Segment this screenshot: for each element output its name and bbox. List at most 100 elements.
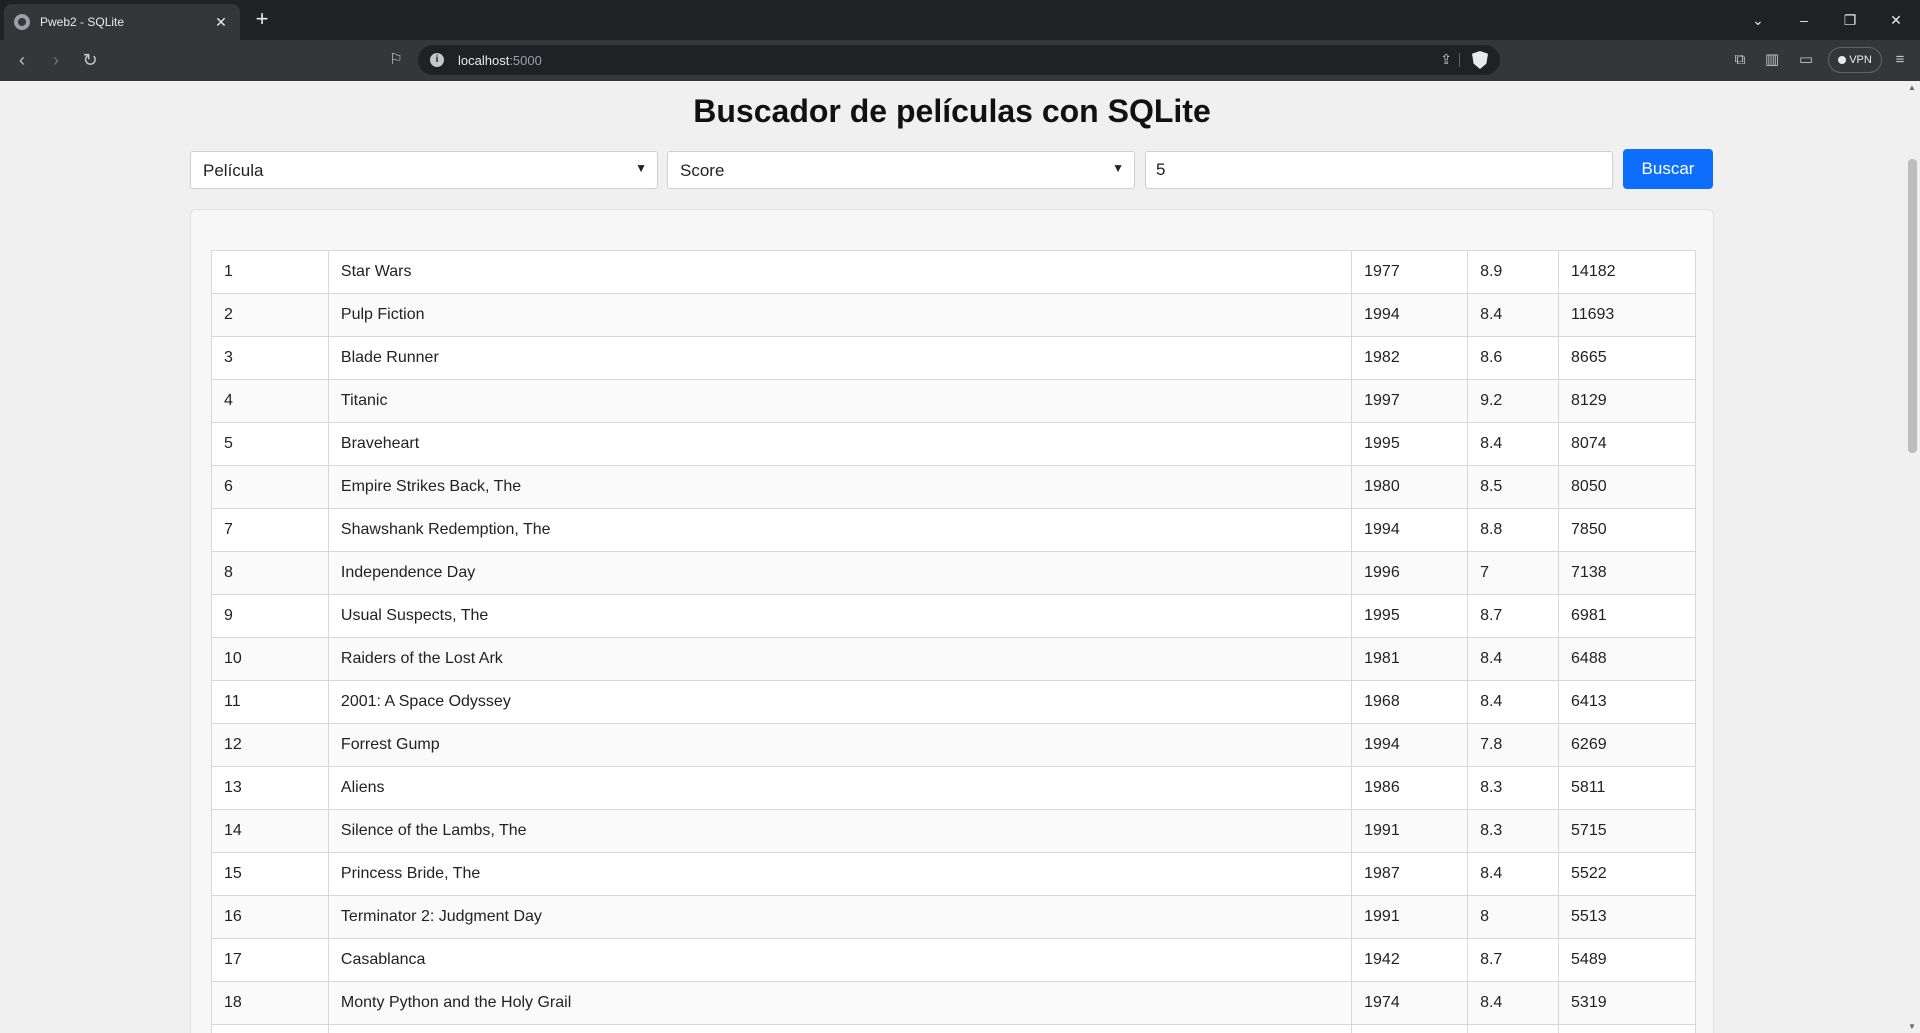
result-index: 17 xyxy=(211,938,329,982)
movie-year: 1942 xyxy=(1351,938,1469,982)
order-select[interactable]: Score ▼ xyxy=(667,151,1135,189)
table-row: 9 Usual Suspects, The 1995 8.7 6981 xyxy=(211,594,1696,638)
wallet-icon[interactable]: ▭ xyxy=(1794,48,1818,72)
sidebar-icon[interactable]: ▥ xyxy=(1760,48,1784,72)
scroll-down-icon[interactable]: ▼ xyxy=(1907,1022,1917,1031)
url-port: :5000 xyxy=(509,53,542,68)
order-select-value: Score xyxy=(680,161,725,180)
movie-votes: 8050 xyxy=(1558,465,1696,509)
movie-score: 8.7 xyxy=(1467,938,1560,982)
table-row: 2 Pulp Fiction 1994 8.4 11693 xyxy=(211,293,1696,337)
browser-tab[interactable]: Pweb2 - SQLite ✕ xyxy=(4,4,240,40)
movie-year: 1974 xyxy=(1351,981,1469,1025)
table-row: 16 Terminator 2: Judgment Day 1991 8 5513 xyxy=(211,895,1696,939)
result-index: 10 xyxy=(211,637,329,681)
movie-title: Titanic xyxy=(327,379,1353,423)
page-viewport: Buscador de películas con SQLite Películ… xyxy=(0,81,1920,1033)
movie-score: 9.2 xyxy=(1467,379,1560,423)
vpn-icon xyxy=(1838,56,1847,64)
restore-icon[interactable]: ❐ xyxy=(1838,8,1862,32)
back-icon[interactable]: ‹ xyxy=(10,48,34,72)
movie-score: 8.6 xyxy=(1467,336,1560,380)
url-text[interactable]: localhost:5000 xyxy=(458,53,542,68)
tab-title: Pweb2 - SQLite xyxy=(40,15,125,29)
movie-title: Shawshank Redemption, The xyxy=(327,508,1353,552)
movie-score: 8.4 xyxy=(1467,981,1560,1025)
movie-year: 1986 xyxy=(1351,766,1469,810)
result-index: 6 xyxy=(211,465,329,509)
query-input[interactable]: 5 xyxy=(1145,151,1613,189)
movie-title: Empire Strikes Back, The xyxy=(327,465,1353,509)
movie-score: 8.4 xyxy=(1467,637,1560,681)
extensions-icon[interactable]: ⧉ xyxy=(1728,48,1752,72)
movie-score: 8 xyxy=(1467,895,1560,939)
movie-votes: 8074 xyxy=(1558,422,1696,466)
result-index: 14 xyxy=(211,809,329,853)
vpn-button[interactable]: VPN xyxy=(1828,47,1882,73)
results-card: 1 Star Wars 1977 8.9 14182 2 Pulp Fiction 1994 8… xyxy=(190,209,1714,1033)
scroll-thumb[interactable] xyxy=(1908,159,1917,453)
new-tab-icon[interactable]: + xyxy=(250,8,274,32)
movie-year: 1995 xyxy=(1351,594,1469,638)
close-window-icon[interactable]: ✕ xyxy=(1884,8,1908,32)
movie-title: Blade Runner xyxy=(327,336,1353,380)
forward-icon[interactable]: › xyxy=(44,48,68,72)
movie-votes: 14182 xyxy=(1558,250,1696,294)
brave-shield-icon[interactable] xyxy=(1472,51,1488,69)
tab-search-chevron-icon[interactable]: ⌄ xyxy=(1746,8,1770,32)
table-row: 10 Raiders of the Lost Ark 1981 8.4 6488 xyxy=(211,637,1696,681)
movie-title: Forrest Gump xyxy=(327,723,1353,767)
result-index: 11 xyxy=(211,680,329,724)
movie-votes: 5319 xyxy=(1558,981,1696,1025)
table-row: 12 Forrest Gump 1994 7.8 6269 xyxy=(211,723,1696,767)
table-row: 6 Empire Strikes Back, The 1980 8.5 8050 xyxy=(211,465,1696,509)
share-icon[interactable]: ⇪ xyxy=(1440,51,1452,68)
result-index: 7 xyxy=(211,508,329,552)
menu-icon[interactable]: ≡ xyxy=(1888,48,1912,72)
movie-title: Independence Day xyxy=(327,551,1353,595)
movie-year: 1968 xyxy=(1351,680,1469,724)
movie-score: 8.3 xyxy=(1467,766,1560,810)
movie-year: 1991 xyxy=(1351,809,1469,853)
vpn-label: VPN xyxy=(1849,54,1872,66)
reload-icon[interactable]: ↻ xyxy=(78,48,102,72)
bookmark-icon[interactable]: ⚐ xyxy=(386,49,406,71)
movie-year: 1980 xyxy=(1351,465,1469,509)
movie-year: 1981 xyxy=(1351,637,1469,681)
result-index: 15 xyxy=(211,852,329,896)
movie-title: Usual Suspects, The xyxy=(327,594,1353,638)
minimize-icon[interactable]: – xyxy=(1792,8,1816,32)
field-select[interactable]: Película ▼ xyxy=(190,151,658,189)
site-info-icon[interactable]: i xyxy=(430,53,444,67)
page-scrollbar[interactable]: ▲ ▼ xyxy=(1904,81,1920,1033)
table-row: 17 Casablanca 1942 8.7 5489 xyxy=(211,938,1696,982)
movie-votes: 6981 xyxy=(1558,594,1696,638)
result-index: 13 xyxy=(211,766,329,810)
table-row: 11 2001: A Space Odyssey 1968 8.4 6413 xyxy=(211,680,1696,724)
movie-title: Terminator 2: Judgment Day xyxy=(327,895,1353,939)
movie-year: 1991 xyxy=(1351,895,1469,939)
url-host: localhost xyxy=(458,53,510,68)
address-bar[interactable]: i localhost:5000 ⇪ xyxy=(418,45,1500,75)
movie-year: 1994 xyxy=(1351,723,1469,767)
movie-title: Monty Python and the Holy Grail xyxy=(327,981,1353,1025)
result-index: 1 xyxy=(211,250,329,294)
search-button[interactable]: Buscar xyxy=(1623,149,1713,189)
table-row: 7 Shawshank Redemption, The 1994 8.8 7850 xyxy=(211,508,1696,552)
close-tab-icon[interactable]: ✕ xyxy=(212,14,230,31)
movie-votes: 5715 xyxy=(1558,809,1696,853)
movie-title: Pulp Fiction xyxy=(327,293,1353,337)
movie-score: 8.4 xyxy=(1467,852,1560,896)
movie-title: 2001: A Space Odyssey xyxy=(327,680,1353,724)
movie-score: 8.4 xyxy=(1467,293,1560,337)
movie-votes: 8665 xyxy=(1558,336,1696,380)
chevron-down-icon: ▼ xyxy=(635,161,647,175)
movie-votes: 11693 xyxy=(1558,293,1696,337)
table-row: 18 Monty Python and the Holy Grail 1974 8.4… xyxy=(211,981,1696,1025)
address-bar-divider xyxy=(1459,53,1460,67)
result-index: 3 xyxy=(211,336,329,380)
results-table: 1 Star Wars 1977 8.9 14182 2 Pulp Fiction 1994 8… xyxy=(211,250,1696,1033)
movie-title xyxy=(327,1024,1353,1033)
scroll-up-icon[interactable]: ▲ xyxy=(1907,83,1917,92)
movie-title: Star Wars xyxy=(327,250,1353,294)
